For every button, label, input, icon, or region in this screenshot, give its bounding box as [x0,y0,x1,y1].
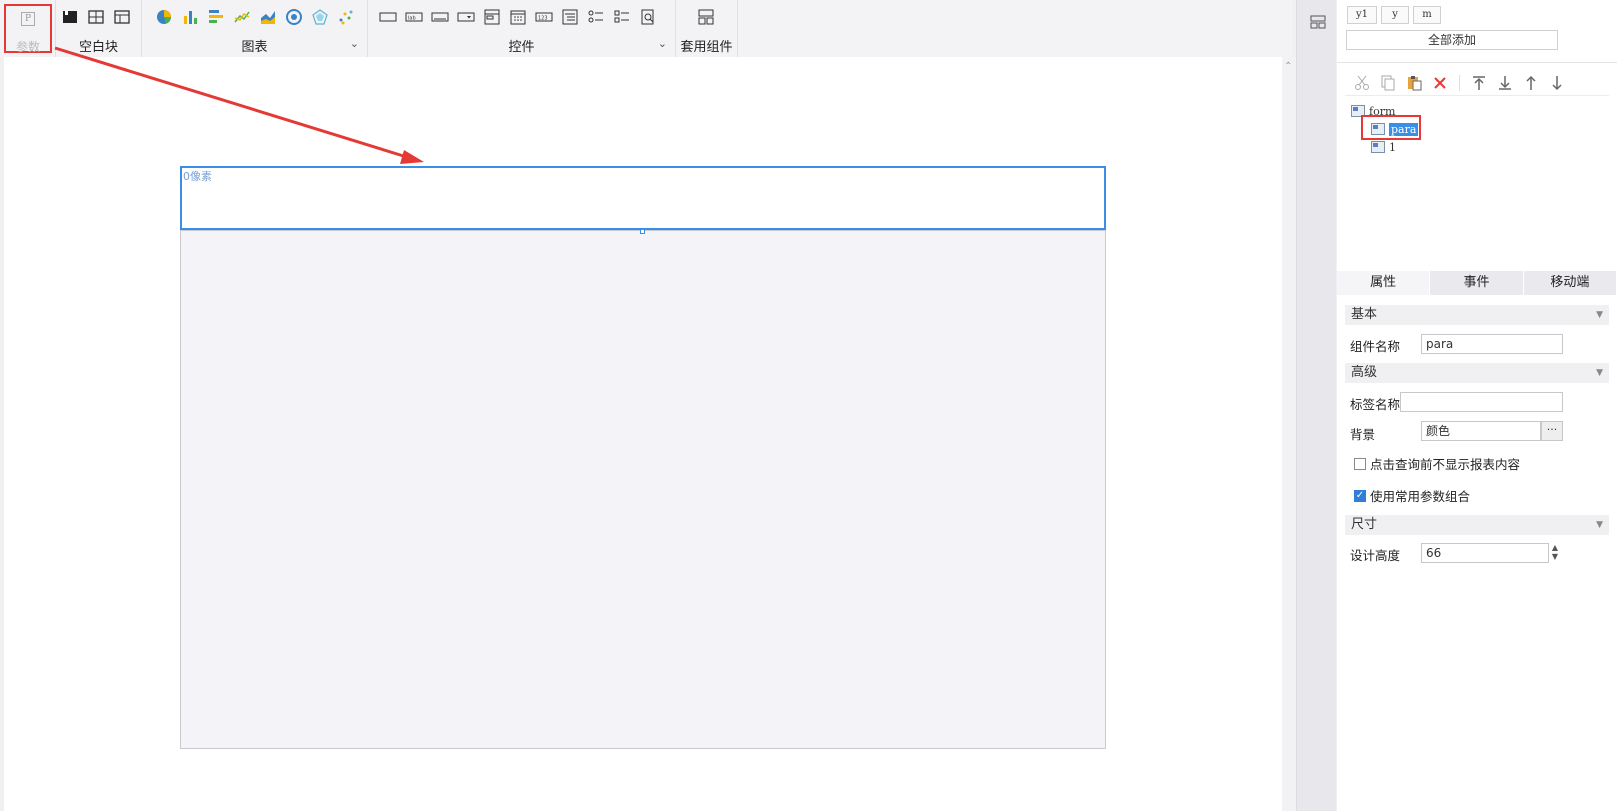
section-size[interactable]: 尺寸 ▼ [1345,515,1609,535]
section-advanced[interactable]: 高级 ▼ [1345,363,1609,383]
para-resize-handle[interactable] [640,229,645,234]
para-size-label: 0像素 [183,170,212,183]
form-body-area[interactable] [180,230,1106,749]
delete-icon[interactable] [1431,74,1449,92]
component-icon[interactable] [696,7,716,27]
body-widget-icon [1371,141,1385,153]
control-expand-chevron-icon[interactable]: ⌄ [658,37,667,50]
chart-label: 图表 [241,40,268,55]
background-label: 背景 [1350,427,1376,442]
date-icon[interactable] [508,7,528,27]
paste-icon[interactable] [1405,74,1423,92]
background-more-button[interactable]: ··· [1541,421,1563,441]
line-chart-icon[interactable] [232,7,252,27]
move-up-icon[interactable] [1522,74,1540,92]
chevron-down-icon: ▼ [1596,520,1603,530]
use-common-params-checkbox[interactable]: ✓ [1354,489,1366,502]
param-chip[interactable]: m [1413,6,1442,24]
tab-events[interactable]: 事件 [1430,271,1524,295]
copy-icon[interactable] [1379,74,1397,92]
combobox-icon[interactable] [482,7,502,27]
divider [1345,95,1609,96]
move-bottom-icon[interactable] [1496,74,1514,92]
param-chip[interactable]: y1 [1347,6,1378,24]
blank-group: 空白块 [56,0,142,57]
gauge-chart-icon[interactable] [284,7,304,27]
section-title: 基本 [1351,307,1378,322]
no-show-before-query-row[interactable]: 点击查询前不显示报表内容 [1354,454,1520,473]
tree-highlight-box [1361,115,1421,140]
vertical-scrollbar[interactable]: ⌃ [1282,57,1296,811]
use-common-params-label: 使用常用参数组合 [1370,489,1471,504]
textbox-icon[interactable] [378,7,398,27]
number-icon[interactable]: 123 [534,7,554,27]
chevron-down-icon: ▼ [1596,310,1603,320]
widget-toolbar: P 参数 空白块 图表 ⌄ lab 123 控件 ⌄ 套用组件 [0,0,1292,57]
para-panel[interactable]: 0像素 [180,166,1106,230]
scatter-chart-icon[interactable] [336,7,356,27]
tree-node-label: 1 [1389,140,1396,154]
chart-expand-chevron-icon[interactable]: ⌄ [350,37,359,50]
design-height-field[interactable]: 66 [1421,543,1549,563]
tree-node-body[interactable]: 1 [1371,138,1418,156]
query-button-icon[interactable] [638,7,658,27]
pie-chart-icon[interactable] [154,7,174,27]
chevron-down-icon: ▼ [1596,368,1603,378]
background-field[interactable]: 颜色 [1421,421,1541,441]
add-all-button[interactable]: 全部添加 [1346,30,1558,50]
divider [1337,62,1617,63]
absolute-layout-icon[interactable] [60,7,80,27]
param-chip[interactable]: y [1381,6,1410,24]
radar-chart-icon[interactable] [310,7,330,27]
parameter-chips: y1 y m [1347,6,1442,24]
property-tabs: 属性 事件 移动端 [1337,271,1617,295]
section-title: 高级 [1351,365,1378,380]
radio-group-icon[interactable] [586,7,606,27]
widget-name-label: 组件名称 [1350,339,1401,354]
section-title: 尺寸 [1351,517,1378,532]
chart-group: 图表 ⌄ [142,0,368,57]
tab-layout-icon[interactable] [112,7,132,27]
move-down-icon[interactable] [1548,74,1566,92]
blank-label: 空白块 [78,40,118,55]
control-group: lab 123 控件 ⌄ [368,0,676,57]
edit-toolbar [1353,74,1566,92]
move-top-icon[interactable] [1470,74,1488,92]
param-group: P 参数 [0,0,56,57]
param-label: 参数 [15,40,40,54]
component-label: 套用组件 [680,40,733,55]
tag-name-label: 标签名称 [1350,397,1401,412]
param-button[interactable]: P 参数 [4,4,52,54]
tab-properties[interactable]: 属性 [1337,271,1431,295]
control-label: 控件 [508,40,535,55]
svg-text:123: 123 [538,16,548,22]
tree-icon[interactable] [560,7,580,27]
param-icon: P [21,12,35,26]
divider [1459,75,1460,91]
checkbox-group-icon[interactable] [612,7,632,27]
section-basic[interactable]: 基本 ▼ [1345,305,1609,325]
label-icon[interactable]: lab [404,7,424,27]
component-group: 套用组件 [676,0,738,57]
grid-layout-icon[interactable] [86,7,106,27]
right-strip [1296,0,1336,811]
tab-mobile[interactable]: 移动端 [1524,271,1617,295]
button-icon[interactable] [430,7,450,27]
dropdown-icon[interactable] [456,7,476,27]
no-show-label: 点击查询前不显示报表内容 [1370,457,1521,472]
tag-name-field[interactable] [1400,392,1563,412]
scroll-up-icon[interactable]: ⌃ [1284,61,1292,72]
svg-text:lab: lab [408,16,416,22]
design-height-label: 设计高度 [1350,548,1401,563]
use-common-params-row[interactable]: ✓ 使用常用参数组合 [1354,486,1470,505]
height-spinner[interactable]: ▲ ▼ [1549,543,1561,563]
widget-name-field[interactable]: para [1421,334,1563,354]
horizontal-bar-icon[interactable] [206,7,226,27]
bar-chart-icon[interactable] [180,7,200,27]
area-chart-icon[interactable] [258,7,278,27]
widget-manage-icon[interactable] [1308,12,1328,32]
cut-icon[interactable] [1353,74,1371,92]
no-show-checkbox[interactable] [1354,457,1366,470]
